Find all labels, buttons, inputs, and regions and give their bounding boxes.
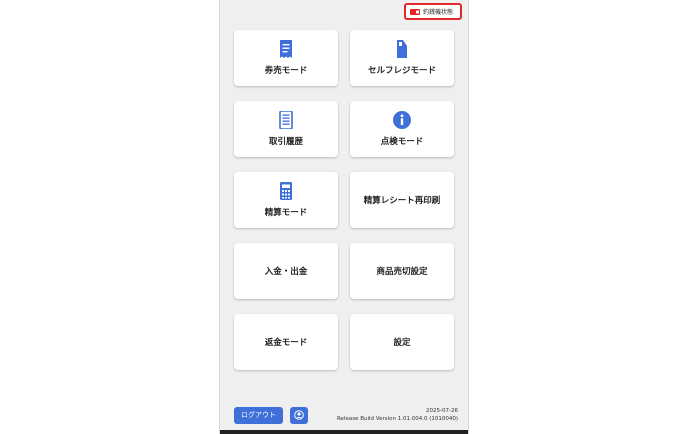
pos-terminal-icon (395, 40, 409, 58)
cash-in-out-button[interactable]: 入金・出金 (234, 243, 338, 299)
inspection-mode-button[interactable]: 点検モード (350, 101, 454, 157)
change-machine-status-badge[interactable]: 釣銭機状態 (404, 3, 462, 20)
settlement-mode-button[interactable]: 精算モード (234, 172, 338, 228)
notebook-icon (279, 111, 293, 129)
build-date: 2025-07-26 (426, 408, 458, 414)
settlement-mode-label: 精算モード (264, 208, 308, 218)
footer-bar: ログアウト 2025-07-26 Release Build Version 1… (234, 406, 458, 424)
bottom-bar (220, 430, 468, 434)
self-register-mode-label: セルフレジモード (367, 66, 436, 76)
self-register-mode-button[interactable]: セルフレジモード (350, 30, 454, 86)
cash-in-out-label: 入金・出金 (264, 267, 308, 277)
logout-button[interactable]: ログアウト (234, 406, 283, 424)
transaction-history-button[interactable]: 取引履歴 (234, 101, 338, 157)
version-info: 2025-07-26 Release Build Version 1.01.00… (337, 407, 458, 423)
calculator-icon (279, 182, 293, 200)
inspection-mode-label: 点検モード (380, 137, 424, 147)
user-circle-icon (294, 410, 304, 420)
ticket-mode-label: 券売モード (264, 66, 308, 76)
sold-out-settings-label: 商品売切設定 (376, 267, 428, 277)
menu-grid: 券売モード セルフレジモード 取引履歴 点検モード 精算モード 精算レシート再印… (234, 30, 454, 370)
build-version: Release Build Version 1.01.004.0 (101004… (336, 416, 458, 422)
settlement-receipt-reprint-label: 精算レシート再印刷 (363, 196, 441, 206)
ticket-mode-button[interactable]: 券売モード (234, 30, 338, 86)
status-badge-label: 釣銭機状態 (423, 9, 454, 16)
info-icon (393, 111, 411, 129)
refund-mode-button[interactable]: 返金モード (234, 314, 338, 370)
sold-out-settings-button[interactable]: 商品売切設定 (350, 243, 454, 299)
refund-mode-label: 返金モード (264, 338, 308, 348)
cash-machine-icon (410, 8, 420, 15)
transaction-history-label: 取引履歴 (268, 137, 303, 147)
settings-button[interactable]: 設定 (350, 314, 454, 370)
settings-label: 設定 (393, 338, 411, 348)
user-account-button[interactable] (290, 406, 308, 424)
settlement-receipt-reprint-button[interactable]: 精算レシート再印刷 (350, 172, 454, 228)
receipt-icon (279, 40, 293, 58)
app-screen: 釣銭機状態 券売モード セルフレジモード 取引履歴 点検モード 精算モード 精算… (219, 0, 469, 434)
